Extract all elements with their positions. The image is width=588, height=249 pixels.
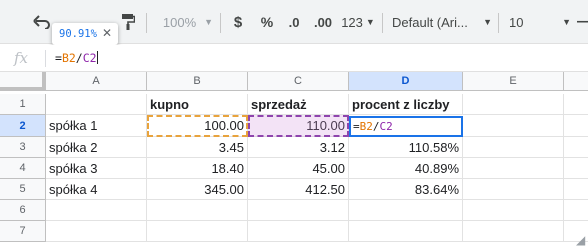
- toolbar-divider: [382, 13, 383, 33]
- editor-ref-c2: C2: [379, 120, 393, 133]
- column-header-a[interactable]: A: [46, 72, 147, 91]
- reference-highlight-b2: [147, 115, 248, 137]
- undo-icon[interactable]: [30, 0, 54, 44]
- row-header[interactable]: 5: [0, 179, 46, 200]
- paint-format-icon[interactable]: [118, 0, 138, 44]
- chevron-down-icon: ▼: [204, 17, 214, 27]
- cell-d6[interactable]: [349, 200, 463, 221]
- column-header-e[interactable]: E: [463, 72, 564, 91]
- column-header-f[interactable]: [564, 72, 588, 91]
- formula-result-tooltip: 90.91% ✕: [52, 23, 118, 45]
- toolbar-divider: [146, 13, 147, 33]
- more-icon[interactable]: —: [577, 0, 588, 44]
- cell-a7[interactable]: [46, 221, 147, 242]
- cell-e6[interactable]: [463, 200, 564, 221]
- fx-icon: fx: [14, 49, 29, 67]
- chevron-down-icon: ▼: [365, 17, 375, 27]
- cell-b5[interactable]: 345.00: [147, 179, 248, 200]
- cell-c5[interactable]: 412.50: [248, 179, 349, 200]
- column-header-b[interactable]: B: [147, 72, 248, 91]
- cell-f4[interactable]: [564, 158, 588, 179]
- active-cell-editor[interactable]: = B2/C2: [349, 116, 463, 137]
- formula-ref-c2: C2: [82, 51, 97, 65]
- reference-highlight-c2: [248, 115, 349, 137]
- font-select[interactable]: Default (Ari... ▼: [392, 0, 492, 44]
- chevron-down-icon: ▼: [483, 17, 492, 27]
- row-header[interactable]: 3: [0, 137, 46, 158]
- cell-e4[interactable]: [463, 158, 564, 179]
- cell-a3[interactable]: spółka 2: [46, 137, 147, 158]
- percent-button[interactable]: %: [257, 0, 277, 44]
- cell-b6[interactable]: [147, 200, 248, 221]
- cell-d5[interactable]: 83.64%: [349, 179, 463, 200]
- editor-operator: /: [372, 120, 380, 133]
- cell-c6[interactable]: [248, 200, 349, 221]
- formula-prefix: =: [55, 51, 62, 65]
- toolbar-divider: [220, 13, 221, 33]
- toolbar-divider: [498, 13, 499, 33]
- cell-a5[interactable]: spółka 4: [46, 179, 147, 200]
- increase-decimal-button[interactable]: .00: [310, 0, 336, 44]
- column-header-d[interactable]: D: [349, 72, 463, 91]
- formula-bar: fx =B2/C2: [0, 45, 588, 72]
- select-all-corner[interactable]: [0, 72, 46, 91]
- cell-e1[interactable]: [463, 94, 564, 115]
- row-header[interactable]: 1: [0, 94, 46, 115]
- cell-d3[interactable]: 110.58%: [349, 137, 463, 158]
- formula-bar-divider: [45, 50, 46, 67]
- cell-c3[interactable]: 3.12: [248, 137, 349, 158]
- resize-handle-icon[interactable]: ◢: [576, 233, 588, 249]
- cell-d7[interactable]: [349, 221, 463, 242]
- cell-c1[interactable]: sprzedaż: [248, 94, 349, 115]
- cell-f5[interactable]: [564, 179, 588, 200]
- currency-button[interactable]: $: [228, 0, 248, 44]
- more-formats-button[interactable]: 123 ▼: [338, 0, 378, 44]
- editor-prefix: =: [353, 120, 360, 133]
- formula-operator: /: [75, 51, 83, 65]
- zoom-select[interactable]: 100% ▼: [158, 0, 218, 44]
- row-header[interactable]: 4: [0, 158, 46, 179]
- chevron-down-icon: ▼: [562, 17, 571, 27]
- tooltip-value: 90.91%: [59, 28, 97, 40]
- editor-ref-b2: B2: [359, 120, 373, 133]
- spreadsheet-grid: A B C D E 1 2 3 4 5 6 7 kupno sprzedaż p…: [0, 72, 588, 249]
- cell-a1[interactable]: [46, 94, 147, 115]
- column-header-c[interactable]: C: [248, 72, 349, 91]
- formula-input[interactable]: =B2/C2: [55, 51, 98, 65]
- cell-e5[interactable]: [463, 179, 564, 200]
- font-label: Default (Ari...: [392, 14, 468, 30]
- row-header[interactable]: 2: [0, 115, 46, 137]
- cell-d1[interactable]: procent z liczby: [349, 94, 463, 115]
- cell-a6[interactable]: [46, 200, 147, 221]
- formula-ref-b2: B2: [61, 51, 76, 65]
- cell-c7[interactable]: [248, 221, 349, 242]
- cell-a4[interactable]: spółka 3: [46, 158, 147, 179]
- zoom-label: 100%: [162, 14, 197, 30]
- text-caret: [96, 51, 98, 64]
- cell-f3[interactable]: [564, 137, 588, 158]
- close-icon[interactable]: ✕: [102, 26, 112, 40]
- cell-e3[interactable]: [463, 137, 564, 158]
- decrease-decimal-label: .0: [288, 14, 300, 30]
- cell-b3[interactable]: 3.45: [147, 137, 248, 158]
- cell-c4[interactable]: 45.00: [248, 158, 349, 179]
- cell-b4[interactable]: 18.40: [147, 158, 248, 179]
- row-header[interactable]: 7: [0, 221, 46, 242]
- cell-f6[interactable]: [564, 200, 588, 221]
- decrease-decimal-button[interactable]: .0: [283, 0, 305, 44]
- font-size-select[interactable]: 10 ▼: [505, 0, 571, 44]
- cell-b7[interactable]: [147, 221, 248, 242]
- cell-b1[interactable]: kupno: [147, 94, 248, 115]
- cell-a2[interactable]: spółka 1: [46, 115, 147, 137]
- cell-f1[interactable]: [564, 94, 588, 115]
- cell-e7[interactable]: [463, 221, 564, 242]
- row-header[interactable]: 6: [0, 200, 46, 221]
- more-formats-label: 123: [341, 14, 363, 30]
- increase-decimal-label: .00: [313, 14, 333, 30]
- cell-d4[interactable]: 40.89%: [349, 158, 463, 179]
- font-size-label: 10: [509, 14, 524, 30]
- cell-e2[interactable]: [463, 115, 564, 137]
- cell-f2[interactable]: [564, 115, 588, 137]
